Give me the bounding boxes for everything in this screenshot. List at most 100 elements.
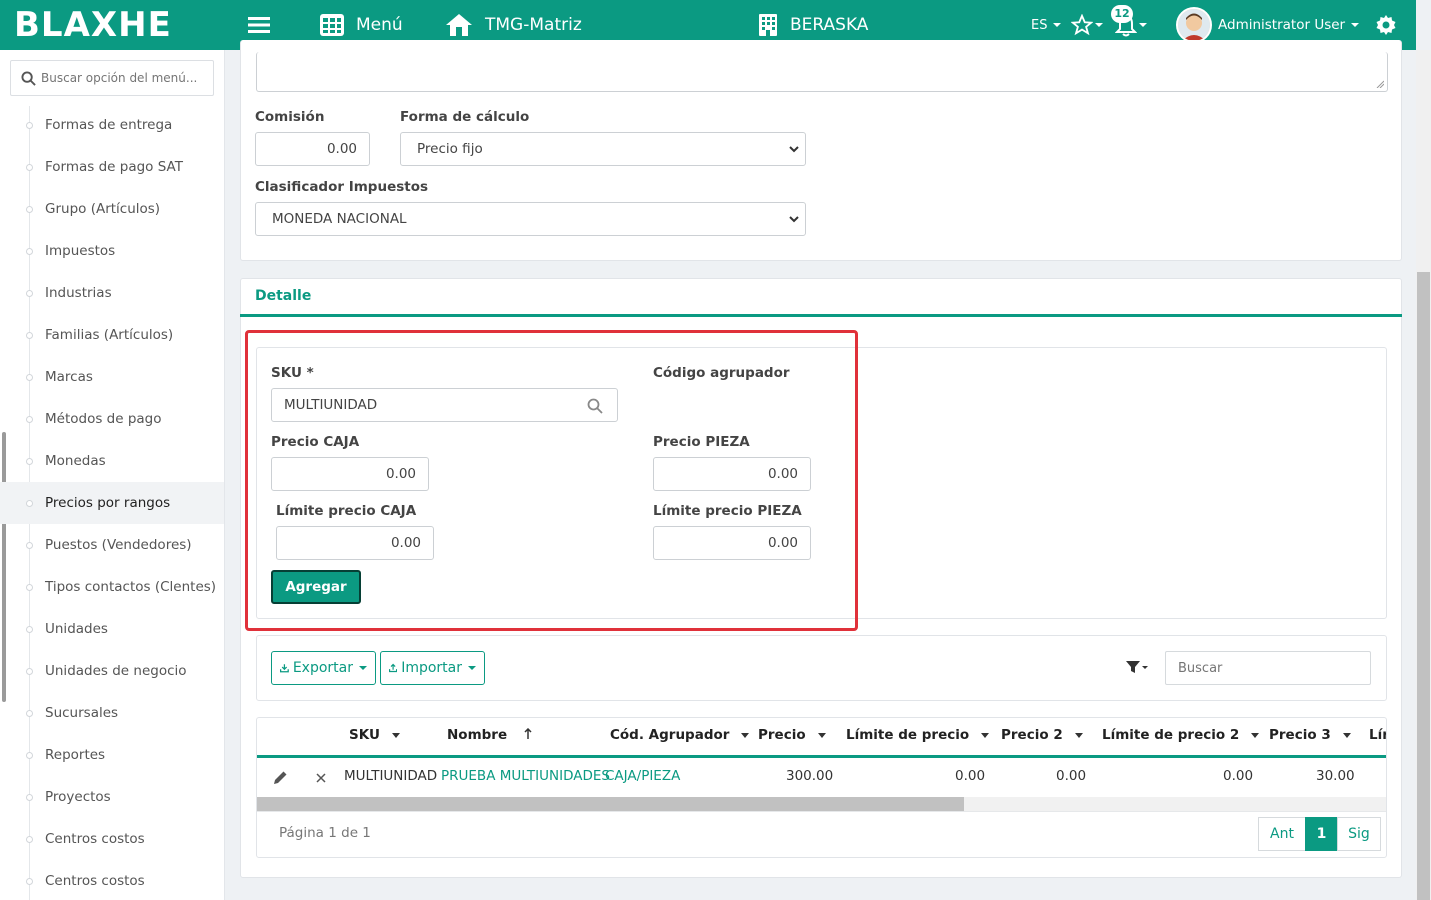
main-scrollbar-thumb[interactable] [1417, 272, 1430, 900]
sidebar-item[interactable]: Grupo (Artículos) [0, 188, 224, 230]
col-precio-2[interactable]: Precio 2 [1001, 727, 1083, 743]
tree-bullet-icon [26, 710, 33, 717]
sidebar-item[interactable]: Impuestos [0, 230, 224, 272]
pencil-icon [274, 771, 287, 784]
pager-prev-button[interactable]: Ant [1258, 817, 1306, 851]
sidebar-item[interactable]: Precios por rangos [0, 482, 224, 524]
sidebar-item-label: Grupo (Artículos) [45, 201, 161, 217]
tree-bullet-icon [26, 836, 33, 843]
tree-bullet-icon [26, 290, 33, 297]
sidebar-item[interactable]: Puestos (Vendedores) [0, 524, 224, 566]
user-name: Administrator User [1218, 17, 1346, 33]
tree-bullet-icon [26, 752, 33, 759]
tree-bullet-icon [26, 248, 33, 255]
sidebar-item[interactable]: Sucursales [0, 692, 224, 734]
tree-bullet-icon [26, 584, 33, 591]
comision-label: Comisión [255, 109, 325, 125]
menu-label: Menú [356, 15, 403, 35]
notifications-badge: 12 [1111, 5, 1133, 23]
filter-button[interactable] [1125, 660, 1149, 678]
clasificador-select[interactable]: MONEDA NACIONAL [255, 202, 806, 236]
tab-detalle-label: Detalle [255, 288, 312, 304]
buscar-input[interactable] [1165, 651, 1371, 685]
sidebar-search-input[interactable] [41, 61, 211, 95]
cell-precio-3: 30.00 [1316, 768, 1355, 784]
brand-logo[interactable]: BLAXHE [14, 5, 172, 45]
sidebar-item[interactable]: Unidades de negocio [0, 650, 224, 692]
sidebar-item[interactable]: Unidades [0, 608, 224, 650]
col-sku[interactable]: SKU [349, 727, 400, 743]
col-limite-precio-3[interactable]: Lír [1369, 727, 1386, 743]
sidebar-item[interactable]: Formas de entrega [0, 104, 224, 146]
col-limite-precio-2[interactable]: Límite de precio 2 [1102, 727, 1260, 743]
delete-row-button[interactable] [316, 772, 326, 787]
tree-bullet-icon [26, 794, 33, 801]
search-icon [21, 71, 36, 86]
user-avatar-icon [1178, 9, 1210, 41]
exportar-button[interactable]: Exportar [271, 651, 376, 685]
sidebar-item[interactable]: Centros costos [0, 818, 224, 860]
company-label: TMG-Matriz [485, 15, 582, 35]
pager-next-button[interactable]: Sig [1337, 817, 1381, 851]
pager-page-1[interactable]: 1 [1305, 817, 1338, 851]
col-precio-3[interactable]: Precio 3 [1269, 727, 1351, 743]
sidebar-item[interactable]: Industrias [0, 272, 224, 314]
forma-calculo-label: Forma de cálculo [400, 109, 530, 125]
branch-label: BERASKA [790, 15, 869, 35]
sidebar-item-label: Unidades de negocio [45, 663, 187, 679]
sidebar-item[interactable]: Proyectos [0, 776, 224, 818]
forma-calculo-value: Precio fijo [417, 141, 483, 157]
sidebar-item-label: Proyectos [45, 789, 111, 805]
sidebar-item-label: Formas de pago SAT [45, 159, 183, 175]
sidebar-item[interactable]: Monedas [0, 440, 224, 482]
col-precio[interactable]: Precio [758, 727, 826, 743]
table-hscroll-thumb[interactable] [257, 797, 964, 811]
upload-icon [389, 663, 398, 673]
cell-cod-agrupador[interactable]: CAJA/PIEZA [605, 768, 680, 784]
pager-info: Página 1 de 1 [279, 825, 371, 841]
sort-asc-icon [524, 727, 532, 739]
forma-calculo-select[interactable]: Precio fijo [400, 132, 806, 166]
exportar-label: Exportar [292, 660, 353, 676]
tab-detalle[interactable]: Detalle [240, 279, 1402, 317]
tree-bullet-icon [26, 500, 33, 507]
chevron-down-icon [789, 216, 799, 223]
importar-button[interactable]: Importar [380, 651, 485, 685]
sidebar-item[interactable]: Tipos contactos (Clentes) [0, 566, 224, 608]
edit-row-button[interactable] [273, 770, 288, 789]
sidebar-item[interactable]: Centros costos [0, 860, 224, 900]
col-nombre[interactable]: Nombre [447, 727, 532, 743]
sidebar-item-label: Puestos (Vendedores) [45, 537, 192, 553]
sidebar-item-label: Sucursales [45, 705, 119, 721]
sidebar-item[interactable]: Marcas [0, 356, 224, 398]
cell-limite-precio-2: 0.00 [1223, 768, 1254, 784]
cell-limite-precio: 0.00 [955, 768, 986, 784]
home-icon [446, 14, 472, 36]
cell-nombre[interactable]: PRUEBA MULTIUNIDADES [441, 768, 610, 784]
sidebar-item-label: Impuestos [45, 243, 116, 259]
chevron-down-icon [789, 146, 799, 153]
filter-icon [1126, 661, 1148, 673]
col-cod-agrupador[interactable]: Cód. Agrupador [610, 727, 750, 743]
sidebar-item[interactable]: Reportes [0, 734, 224, 776]
sidebar-search[interactable] [10, 60, 214, 96]
resize-handle-icon [1376, 80, 1384, 88]
tree-bullet-icon [26, 668, 33, 675]
col-limite-precio[interactable]: Límite de precio [846, 727, 990, 743]
hamburger-icon [248, 17, 270, 33]
importar-label: Importar [401, 660, 462, 676]
sidebar-item[interactable]: Familias (Artículos) [0, 314, 224, 356]
sidebar-item[interactable]: Formas de pago SAT [0, 146, 224, 188]
star-icon [1071, 14, 1093, 36]
tree-bullet-icon [26, 878, 33, 885]
sidebar-item-label: Industrias [45, 285, 112, 301]
sidebar-item-label: Métodos de pago [45, 411, 162, 427]
sidebar-item[interactable]: Métodos de pago [0, 398, 224, 440]
sidebar-item-label: Unidades [45, 621, 108, 637]
description-textarea[interactable] [256, 52, 1388, 92]
close-icon [316, 773, 326, 783]
avatar[interactable] [1176, 7, 1212, 43]
grid-icon [320, 14, 344, 36]
comision-input[interactable]: 0.00 [255, 132, 370, 166]
table-header-underline [257, 755, 1386, 758]
